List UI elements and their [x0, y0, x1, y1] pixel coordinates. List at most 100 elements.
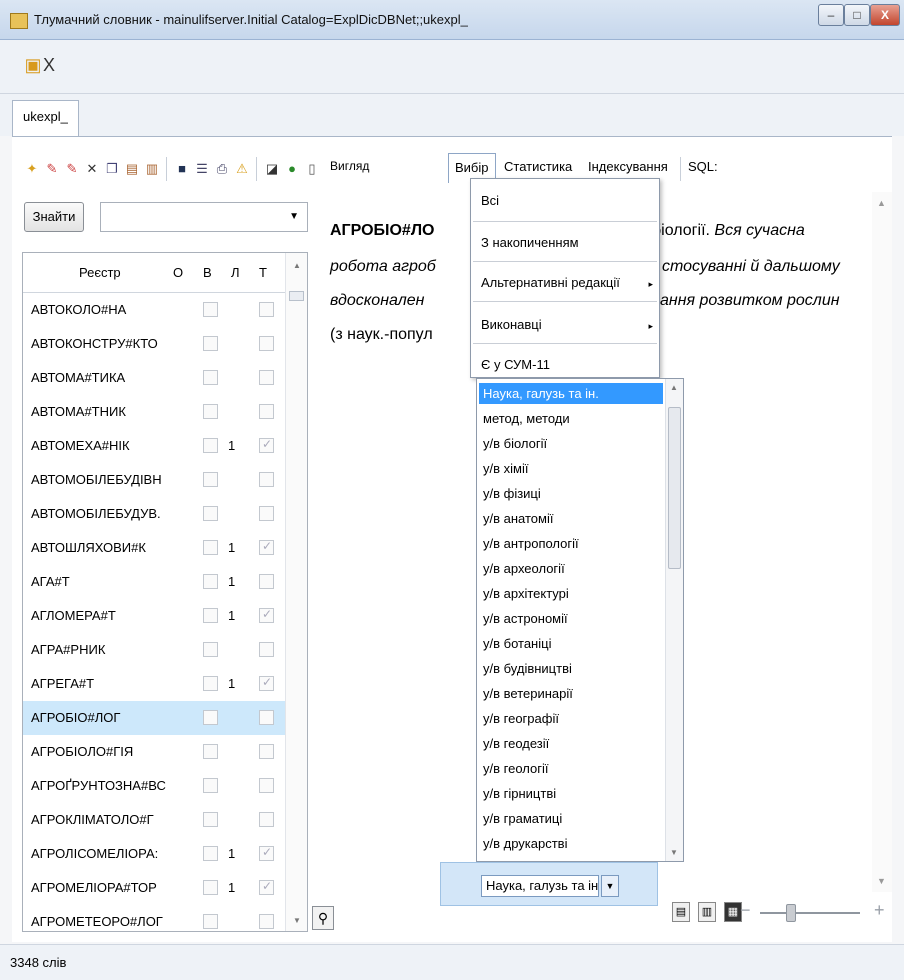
- domain-listbox[interactable]: Наука, галузь та ін. метод, методи у/в біо…: [476, 378, 684, 862]
- v-checkbox[interactable]: [203, 676, 218, 691]
- menu-item-performers[interactable]: Виконавці: [481, 317, 542, 332]
- t-checkbox[interactable]: [259, 506, 274, 521]
- t-checkbox[interactable]: [259, 812, 274, 827]
- table-row[interactable]: АВТОКОЛО#НА: [23, 293, 285, 327]
- view-page-icon[interactable]: ▤: [672, 902, 690, 922]
- list-item[interactable]: у/в антропології: [479, 533, 663, 554]
- table-row[interactable]: АГРА#РНИК: [23, 633, 285, 667]
- v-checkbox[interactable]: [203, 880, 218, 895]
- t-checkbox[interactable]: [259, 437, 274, 453]
- t-checkbox[interactable]: [259, 539, 274, 555]
- list-item[interactable]: у/в анатомії: [479, 508, 663, 529]
- menu-item-in-sum11[interactable]: Є у СУМ-11: [481, 357, 550, 372]
- v-checkbox[interactable]: [203, 744, 218, 759]
- article-scrollbar[interactable]: ▲ ▼: [872, 192, 892, 892]
- scroll-up-icon[interactable]: ▲: [670, 383, 678, 392]
- v-checkbox[interactable]: [203, 642, 218, 657]
- export-icon[interactable]: ◪: [264, 161, 280, 177]
- table-row[interactable]: АВТОКОНСТРУ#КТО: [23, 327, 285, 361]
- list-item[interactable]: у/в будівництві: [479, 658, 663, 679]
- zoom-slider-track[interactable]: [760, 912, 860, 914]
- table-row[interactable]: АВТОМЕХА#НІК 1: [23, 429, 285, 463]
- menu-statistics[interactable]: Статистика: [504, 159, 572, 174]
- list-item[interactable]: у/в друкарстві: [479, 833, 663, 854]
- maximize-button[interactable]: □: [844, 4, 870, 26]
- print-icon[interactable]: ⎙: [214, 161, 230, 177]
- menu-item-alt-editions[interactable]: Альтернативні редакції: [481, 275, 620, 290]
- list-item[interactable]: Наука, галузь та ін.: [479, 383, 663, 404]
- table-row[interactable]: АВТОШЛЯХОВИ#К 1: [23, 531, 285, 565]
- t-checkbox[interactable]: [259, 472, 274, 487]
- scroll-down-icon[interactable]: ▼: [877, 876, 886, 886]
- grid-scrollbar[interactable]: ▲ ▼: [285, 253, 307, 931]
- header-l[interactable]: Л: [231, 265, 240, 280]
- v-checkbox[interactable]: [203, 438, 218, 453]
- table-row[interactable]: АГРОКЛІМАТОЛО#Г: [23, 803, 285, 837]
- save-icon[interactable]: ■: [174, 161, 190, 177]
- menu-item-accumulated[interactable]: З накопиченням: [481, 235, 579, 250]
- v-checkbox[interactable]: [203, 506, 218, 521]
- header-o[interactable]: О: [173, 265, 183, 280]
- document-icon[interactable]: ▯: [304, 161, 320, 177]
- list-item[interactable]: у/в хімії: [479, 458, 663, 479]
- domain-combo[interactable]: Наука, галузь та ін.: [481, 875, 599, 897]
- header-v[interactable]: В: [203, 265, 212, 280]
- menu-item-all[interactable]: Всі: [481, 193, 499, 208]
- zoom-out-icon[interactable]: −: [740, 900, 751, 921]
- list-item[interactable]: у/в астрономії: [479, 608, 663, 629]
- list-item[interactable]: у/в археології: [479, 558, 663, 579]
- view-columns-icon[interactable]: ▥: [698, 902, 716, 922]
- v-checkbox[interactable]: [203, 710, 218, 725]
- header-t[interactable]: Т: [259, 265, 267, 280]
- table-row[interactable]: АВТОМОБІЛЕБУДУВ.: [23, 497, 285, 531]
- v-checkbox[interactable]: [203, 404, 218, 419]
- v-checkbox[interactable]: [203, 472, 218, 487]
- list-item[interactable]: у/в ботаніці: [479, 633, 663, 654]
- scroll-up-icon[interactable]: ▲: [877, 198, 886, 208]
- t-checkbox[interactable]: [259, 879, 274, 895]
- t-checkbox[interactable]: [259, 845, 274, 861]
- t-checkbox[interactable]: [259, 574, 274, 589]
- tab-ukexpl[interactable]: ukexpl_: [12, 100, 79, 136]
- close-button[interactable]: X: [870, 4, 900, 26]
- zoom-slider-thumb[interactable]: [786, 904, 796, 922]
- magnifier-icon[interactable]: ⚲: [312, 906, 334, 930]
- t-checkbox[interactable]: [259, 675, 274, 691]
- scroll-down-icon[interactable]: ▼: [670, 848, 678, 857]
- delete-icon[interactable]: ✕: [84, 161, 100, 177]
- t-checkbox[interactable]: [259, 778, 274, 793]
- t-checkbox[interactable]: [259, 914, 274, 929]
- zoom-in-icon[interactable]: +: [874, 900, 885, 921]
- t-checkbox[interactable]: [259, 607, 274, 623]
- table-row[interactable]: АГРОБІОЛО#ГІЯ: [23, 735, 285, 769]
- v-checkbox[interactable]: [203, 574, 218, 589]
- list-item[interactable]: у/в граматиці: [479, 808, 663, 829]
- menu-indexing[interactable]: Індексування: [588, 159, 668, 174]
- table-row[interactable]: АВТОМА#ТНИК: [23, 395, 285, 429]
- t-checkbox[interactable]: [259, 642, 274, 657]
- t-checkbox[interactable]: [259, 710, 274, 725]
- go-icon[interactable]: ●: [284, 161, 300, 177]
- edit-all-icon[interactable]: ✎: [64, 161, 80, 177]
- scroll-thumb[interactable]: [289, 291, 304, 301]
- v-checkbox[interactable]: [203, 336, 218, 351]
- v-checkbox[interactable]: [203, 778, 218, 793]
- table-row[interactable]: АГЛОМЕРА#Т 1: [23, 599, 285, 633]
- warning-icon[interactable]: ⚠: [234, 161, 250, 177]
- copy-icon[interactable]: ❐: [104, 161, 120, 177]
- listbox-scrollbar[interactable]: ▲ ▼: [665, 379, 683, 861]
- menu-view[interactable]: Вигляд: [330, 159, 369, 173]
- list-item[interactable]: у/в ветеринарії: [479, 683, 663, 704]
- chevron-down-icon[interactable]: ▼: [289, 211, 299, 222]
- t-checkbox[interactable]: [259, 336, 274, 351]
- table-row[interactable]: АГРОЛІСОМЕЛІОРА: 1: [23, 837, 285, 871]
- search-combo[interactable]: ▼: [100, 202, 308, 232]
- list-item[interactable]: у/в архітектурі: [479, 583, 663, 604]
- v-checkbox[interactable]: [203, 370, 218, 385]
- table-row[interactable]: АГА#Т 1: [23, 565, 285, 599]
- minimize-button[interactable]: –: [818, 4, 844, 26]
- find-button[interactable]: Знайти: [24, 202, 84, 232]
- v-checkbox[interactable]: [203, 540, 218, 555]
- t-checkbox[interactable]: [259, 370, 274, 385]
- close-doc-icon[interactable]: X: [38, 54, 60, 76]
